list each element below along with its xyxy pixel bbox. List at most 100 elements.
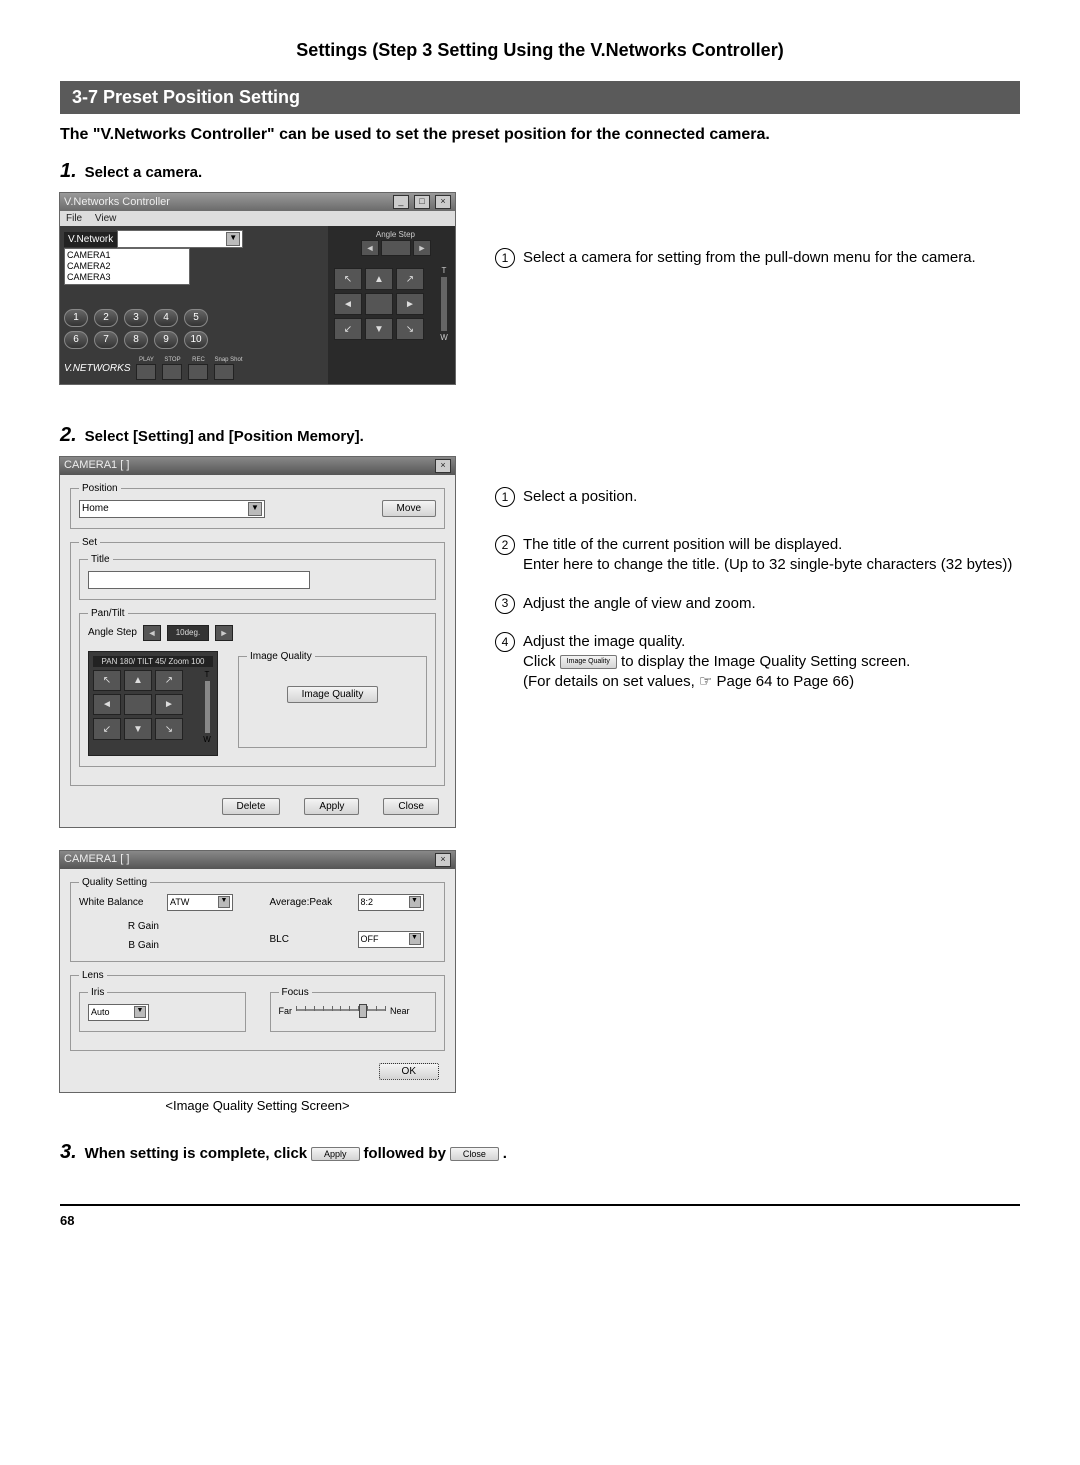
ptz-right-icon[interactable]: ►	[396, 293, 424, 315]
angle-step-left-icon[interactable]: ◄	[361, 240, 379, 256]
ptz-center-icon[interactable]	[124, 694, 152, 715]
ptz-upright-icon[interactable]: ↗	[396, 268, 424, 290]
preset-button[interactable]: 6	[64, 331, 88, 349]
rec-button[interactable]: REC	[188, 357, 208, 380]
menubar[interactable]: File View	[60, 211, 455, 226]
delete-button[interactable]: Delete	[222, 798, 281, 815]
angle-step-left-icon[interactable]: ◄	[143, 625, 161, 641]
close-icon[interactable]: ×	[435, 459, 451, 473]
ptz-right-icon[interactable]: ►	[155, 694, 183, 715]
image-quality-fieldset: Image Quality Image Quality	[238, 651, 427, 748]
pantilt-fieldset: Pan/Tilt Angle Step ◄ 10deg. ► PAN 180/ …	[79, 608, 436, 767]
ptz-downleft-icon[interactable]: ↙	[334, 318, 362, 340]
preset-button[interactable]: 4	[154, 309, 178, 327]
chevron-down-icon[interactable]: ▼	[218, 896, 230, 908]
position-memory-window: CAMERA1 [ ] × Position Home ▼ Move	[60, 457, 455, 827]
preset-button[interactable]: 10	[184, 331, 208, 349]
close-icon[interactable]: ×	[435, 853, 451, 867]
iris-select[interactable]: Auto▼	[88, 1004, 149, 1021]
iris-fieldset: Iris Auto▼	[79, 987, 246, 1032]
step2: 2. Select [Setting] and [Position Memory…	[60, 424, 1020, 447]
ptz-up-icon[interactable]: ▲	[124, 670, 152, 691]
camera-list[interactable]: CAMERA1 CAMERA2 CAMERA3	[64, 248, 190, 284]
apply-button[interactable]: Apply	[304, 798, 359, 815]
angle-step-label: Angle Step	[376, 230, 415, 239]
blc-select[interactable]: OFF▼	[358, 931, 424, 948]
zoom-tele-label: T	[442, 266, 447, 275]
ptz-left-icon[interactable]: ◄	[334, 293, 362, 315]
zoom-wide-label: W	[203, 735, 211, 744]
window-title: CAMERA1 [ ]	[64, 853, 129, 867]
ptz-readout: PAN 180/ TILT 45/ Zoom 100	[93, 656, 213, 667]
title-input[interactable]	[88, 571, 310, 589]
ptz-down-icon[interactable]: ▼	[365, 318, 393, 340]
circled-2-icon: 2	[495, 535, 515, 555]
preset-button[interactable]: 9	[154, 331, 178, 349]
stop-button[interactable]: STOP	[162, 357, 182, 380]
camera-dropdown[interactable]: ▼	[117, 230, 243, 248]
white-balance-select[interactable]: ATW▼	[167, 894, 233, 911]
preset-button[interactable]: 1	[64, 309, 88, 327]
quality-setting-fieldset: Quality Setting White Balance ATW▼ R Gai…	[70, 877, 445, 962]
maximize-icon[interactable]: □	[414, 195, 430, 209]
zoom-slider[interactable]: T W	[201, 670, 213, 744]
menu-view[interactable]: View	[95, 213, 117, 224]
circled-4-icon: 4	[495, 632, 515, 652]
chevron-down-icon[interactable]: ▼	[409, 933, 421, 945]
chevron-down-icon[interactable]: ▼	[248, 502, 262, 516]
chevron-down-icon[interactable]: ▼	[226, 232, 240, 246]
lens-fieldset: Lens Iris Auto▼ Focus Far	[70, 970, 445, 1051]
close-icon[interactable]: ×	[435, 195, 451, 209]
iris-legend: Iris	[88, 987, 107, 998]
camera-list-item[interactable]: CAMERA3	[67, 272, 187, 283]
pantilt-legend: Pan/Tilt	[88, 608, 128, 619]
ptz-down-icon[interactable]: ▼	[124, 718, 152, 739]
step3-num: 3.	[60, 1141, 77, 1163]
ptz-pad[interactable]: ↖ ▲ ↗ ◄ ► ↙ ▼ ↘	[93, 670, 183, 740]
chevron-down-icon[interactable]: ▼	[409, 896, 421, 908]
step1: 1. Select a camera.	[60, 160, 1020, 183]
ptz-left-icon[interactable]: ◄	[93, 694, 121, 715]
menu-file[interactable]: File	[66, 213, 82, 224]
slider-thumb-icon[interactable]	[359, 1004, 367, 1018]
annotation-2-3: 3 Adjust the angle of view and zoom.	[495, 594, 1020, 614]
preset-button[interactable]: 2	[94, 309, 118, 327]
preset-button[interactable]: 8	[124, 331, 148, 349]
ptz-upleft-icon[interactable]: ↖	[334, 268, 362, 290]
ptz-downleft-icon[interactable]: ↙	[93, 718, 121, 739]
angle-step-right-icon[interactable]: ►	[215, 625, 233, 641]
average-peak-select[interactable]: 8:2▼	[358, 894, 424, 911]
annotation-2-2: 2 The title of the current position will…	[495, 535, 1020, 576]
ptz-up-icon[interactable]: ▲	[365, 268, 393, 290]
ptz-downright-icon[interactable]: ↘	[155, 718, 183, 739]
chevron-down-icon[interactable]: ▼	[134, 1006, 146, 1018]
close-button[interactable]: Close	[383, 798, 439, 815]
ptz-center-icon[interactable]	[365, 293, 393, 315]
camera-list-item[interactable]: CAMERA1	[67, 250, 187, 261]
play-button[interactable]: PLAY	[136, 357, 156, 380]
ptz-pad[interactable]: ↖ ▲ ↗ ◄ ► ↙ ▼ ↘	[334, 268, 424, 340]
step3: 3. When setting is complete, click Apply…	[60, 1141, 1020, 1164]
focus-slider[interactable]	[296, 1004, 386, 1016]
snapshot-button[interactable]: Snap Shot	[214, 357, 242, 380]
camera-list-item[interactable]: CAMERA2	[67, 261, 187, 272]
ptz-downright-icon[interactable]: ↘	[396, 318, 424, 340]
ok-button[interactable]: OK	[379, 1063, 439, 1080]
angle-step-right-icon[interactable]: ►	[413, 240, 431, 256]
ptz-upleft-icon[interactable]: ↖	[93, 670, 121, 691]
zoom-slider[interactable]: T W	[437, 266, 451, 342]
annotation-2-4: 4 Adjust the image quality. Click Image …	[495, 632, 1020, 693]
preset-button[interactable]: 7	[94, 331, 118, 349]
position-select[interactable]: Home ▼	[79, 500, 265, 518]
minimize-icon[interactable]: _	[393, 195, 409, 209]
window-buttons[interactable]: _ □ ×	[391, 195, 451, 209]
vnetwork-label: V.Network	[64, 232, 117, 247]
set-fieldset: Set Title Pan/Tilt Angle Step ◄ 10deg. ►	[70, 537, 445, 786]
preset-button[interactable]: 5	[184, 309, 208, 327]
image-quality-button[interactable]: Image Quality	[287, 686, 379, 703]
ptz-upright-icon[interactable]: ↗	[155, 670, 183, 691]
quality-setting-legend: Quality Setting	[79, 877, 150, 888]
white-balance-label: White Balance	[79, 897, 159, 908]
preset-button[interactable]: 3	[124, 309, 148, 327]
move-button[interactable]: Move	[382, 500, 436, 517]
